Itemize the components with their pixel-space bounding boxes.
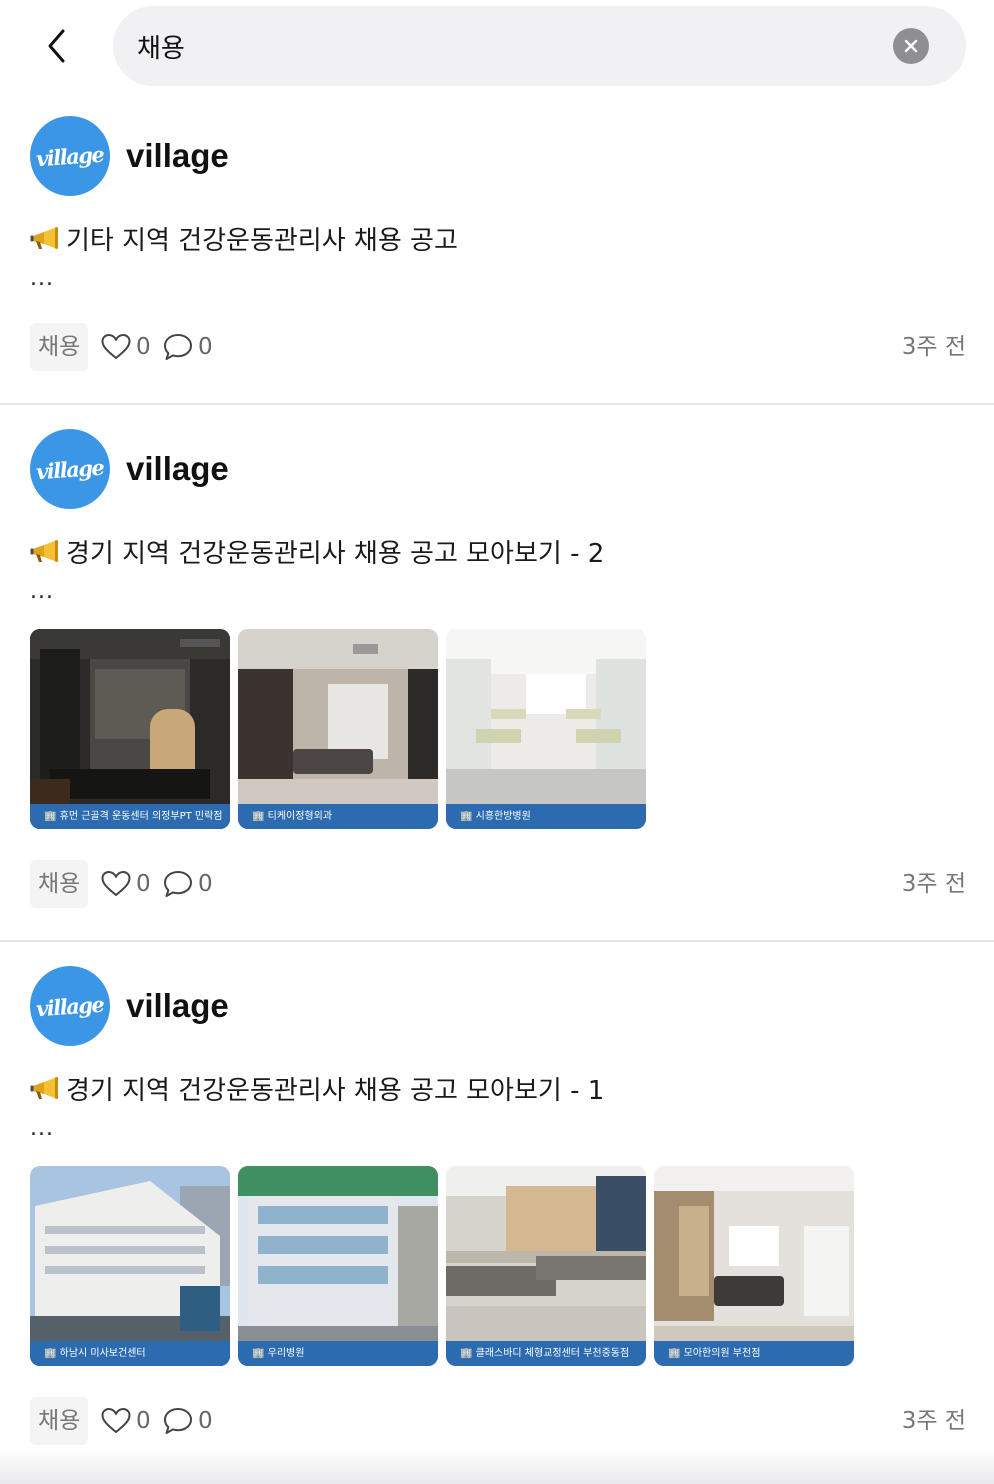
post-excerpt: ... [30,266,54,291]
search-box [113,6,966,86]
like-button[interactable]: 0 [100,323,151,371]
post-excerpt: ... [30,1116,54,1141]
category-tag[interactable]: 채용 [30,1397,89,1445]
thumbnail-image[interactable]: 🏢 휴먼 근골격 운동센터 의정부PT 민락점 [30,629,230,829]
comment-icon [162,1405,194,1437]
hospital-building-photo [238,1166,438,1366]
megaphone-icon [30,227,60,251]
thumbnail-caption: 🏢 우리병원 [238,1341,438,1366]
comment-icon [162,331,194,363]
comment-count: 0 [198,1408,213,1434]
thumbnail-caption: 🏢 시흥한방병원 [446,804,646,829]
post-title-text: 기타 지역 건강운동관리사 채용 공고 [66,226,458,256]
post-header: village village [30,966,229,1046]
author-name[interactable]: village [126,450,229,488]
post-title[interactable]: 경기 지역 건강운동관리사 채용 공고 모아보기 - 2 [30,533,604,570]
thumbnail-image[interactable]: 🏢 모아한의원 부천점 [654,1166,854,1366]
thumbnail-caption: 🏢 하남시 미사보건센터 [30,1341,230,1366]
thumbnail-caption: 🏢 휴먼 근골격 운동센터 의정부PT 민락점 [30,804,230,829]
avatar[interactable]: village [30,116,110,196]
divider [0,403,994,405]
thumbnail-caption: 🏢 클래스바디 체형교정센터 부천중동점 [446,1341,646,1366]
clinic-lobby-photo [238,629,438,829]
post-footer: 채용 0 0 3주 전 [30,323,966,371]
author-name[interactable]: village [126,987,229,1025]
like-button[interactable]: 0 [100,1397,151,1445]
back-button[interactable] [36,24,76,68]
top-bar [0,0,994,92]
post-time: 3주 전 [901,871,966,897]
post-title-text: 경기 지역 건강운동관리사 채용 공고 모아보기 - 1 [66,1076,605,1106]
comment-button[interactable]: 0 [162,860,213,908]
category-tag[interactable]: 채용 [30,323,89,371]
heart-icon [100,868,132,900]
heart-icon [100,1405,132,1437]
post-title[interactable]: 경기 지역 건강운동관리사 채용 공고 모아보기 - 1 [30,1070,604,1107]
heart-icon [100,331,132,363]
image-gallery: 🏢 하남시 미사보건센터 🏢 우리병원 🏢 클래스바디 체형교정센터 부천중동점… [30,1166,854,1366]
thumbnail-caption: 🏢 티케이정형외과 [238,804,438,829]
like-count: 0 [136,334,151,360]
treatment-room-photo [446,629,646,829]
building-photo [30,1166,230,1366]
post-footer: 채용 0 0 3주 전 [30,860,966,908]
post-time: 3주 전 [901,1408,966,1434]
thumbnail-image[interactable]: 🏢 시흥한방병원 [446,629,646,829]
category-tag[interactable]: 채용 [30,860,89,908]
author-name[interactable]: village [126,137,229,175]
like-button[interactable]: 0 [100,860,151,908]
thumbnail-image[interactable]: 🏢 우리병원 [238,1166,438,1366]
megaphone-icon [30,1077,60,1101]
comment-count: 0 [198,334,213,360]
chevron-left-icon [48,29,65,63]
comment-icon [162,868,194,900]
search-input[interactable] [137,6,877,86]
close-icon [904,39,918,53]
post-header: village village [30,429,229,509]
post-time: 3주 전 [901,334,966,360]
avatar-logo-text: village [35,141,105,171]
image-gallery: 🏢 휴먼 근골격 운동센터 의정부PT 민락점 🏢 티케이정형외과 🏢 시흥한방… [30,629,646,829]
avatar-logo-text: village [35,454,105,484]
megaphone-icon [30,540,60,564]
therapy-beds-photo [446,1166,646,1366]
avatar[interactable]: village [30,429,110,509]
post-title[interactable]: 기타 지역 건강운동관리사 채용 공고 [30,220,458,257]
divider [0,940,994,942]
like-count: 0 [136,1408,151,1434]
bottom-fade [0,1450,994,1484]
post-header: village village [30,116,229,196]
post-title-text: 경기 지역 건강운동관리사 채용 공고 모아보기 - 2 [66,539,605,569]
thumbnail-image[interactable]: 🏢 하남시 미사보건센터 [30,1166,230,1366]
gym-photo [30,629,230,829]
like-count: 0 [136,871,151,897]
clinic-interior-photo [654,1166,854,1366]
avatar[interactable]: village [30,966,110,1046]
post-excerpt: ... [30,579,54,604]
thumbnail-image[interactable]: 🏢 클래스바디 체형교정센터 부천중동점 [446,1166,646,1366]
comment-button[interactable]: 0 [162,1397,213,1445]
thumbnail-image[interactable]: 🏢 티케이정형외과 [238,629,438,829]
comment-count: 0 [198,871,213,897]
thumbnail-caption: 🏢 모아한의원 부천점 [654,1341,854,1366]
post-footer: 채용 0 0 3주 전 [30,1397,966,1445]
comment-button[interactable]: 0 [162,323,213,371]
clear-search-button[interactable] [893,28,929,64]
avatar-logo-text: village [35,991,105,1021]
